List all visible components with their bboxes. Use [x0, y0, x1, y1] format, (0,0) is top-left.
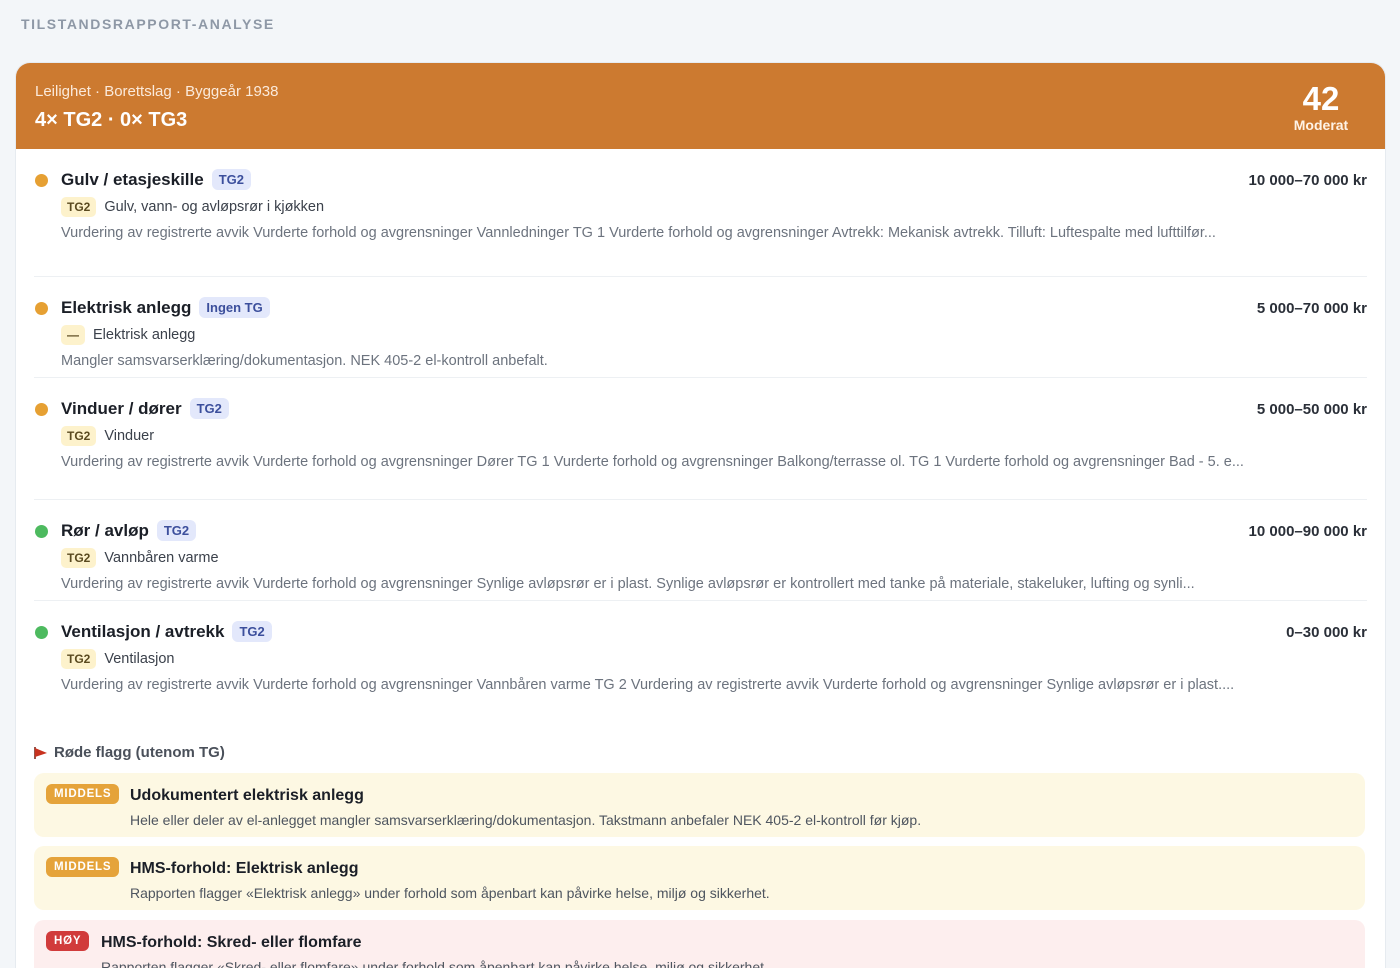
red-flag-icon: [34, 746, 47, 759]
sub-tg-badge: TG2: [61, 548, 97, 568]
condition-item-gulv[interactable]: Gulv / etasjeskille TG2 10 000–70 000 kr…: [34, 149, 1367, 277]
red-flags-title: Røde flagg (utenom TG): [54, 744, 225, 761]
item-name: Elektrisk anlegg: [61, 297, 192, 317]
tg-badge: TG2: [189, 398, 229, 419]
item-description: Vurdering av registrerte avvik Vurderte …: [61, 225, 1216, 241]
flag-item[interactable]: MIDDELS Udokumentert elektrisk anlegg He…: [34, 773, 1365, 837]
condition-item-ror[interactable]: Rør / avløp TG2 10 000–90 000 kr TG2 Van…: [34, 500, 1367, 601]
condition-item-vinduer[interactable]: Vinduer / dører TG2 5 000–50 000 kr TG2 …: [34, 378, 1367, 500]
status-dot-icon: [35, 174, 48, 187]
sub-text: Elektrisk anlegg: [93, 327, 196, 343]
flag-item[interactable]: HØY HMS-forhold: Skred- eller flomfare R…: [34, 920, 1365, 968]
item-description: Mangler samsvarserklæring/dokumentasjon.…: [61, 353, 548, 369]
item-name: Vinduer / dører: [61, 398, 182, 418]
summary-header: Leilighet · Borettslag · Byggeår 1938 4×…: [16, 63, 1385, 149]
page-label: TILSTANDSRAPPORT-ANALYSE: [21, 16, 275, 32]
status-dot-icon: [35, 403, 48, 416]
flag-description: Hele eller deler av el-anlegget mangler …: [130, 812, 922, 828]
sub-text: Vinduer: [104, 428, 155, 444]
severity-badge: MIDDELS: [46, 857, 120, 877]
item-name: Ventilasjon / avtrekk: [61, 621, 225, 641]
score-label: Moderat: [1293, 117, 1349, 133]
sub-tg-badge: —: [61, 325, 85, 345]
severity-badge: MIDDELS: [46, 784, 120, 804]
tg-summary: 4× TG2 · 0× TG3: [35, 109, 188, 131]
condition-item-ventilasjon[interactable]: Ventilasjon / avtrekk TG2 0–30 000 kr TG…: [34, 601, 1367, 725]
flag-description: Rapporten flagger «Skred- eller flomfare…: [101, 959, 768, 968]
item-description: Vurdering av registrerte avvik Vurderte …: [61, 576, 1195, 592]
flag-title: Udokumentert elektrisk anlegg: [130, 787, 364, 804]
cost-estimate: 5 000–70 000 kr: [1256, 300, 1367, 317]
severity-badge: HØY: [46, 931, 90, 951]
tg-badge: TG2: [156, 520, 197, 541]
report-card: Leilighet · Borettslag · Byggeår 1938 4×…: [16, 63, 1385, 968]
sub-tg-badge: TG2: [61, 649, 97, 669]
flag-title: HMS-forhold: Elektrisk anlegg: [130, 860, 359, 877]
score-value: 42: [1302, 80, 1340, 117]
condition-item-elektrisk[interactable]: Elektrisk anlegg Ingen TG 5 000–70 000 k…: [34, 277, 1367, 378]
sub-text: Gulv, vann- og avløpsrør i kjøkken: [104, 199, 325, 215]
property-meta: Leilighet · Borettslag · Byggeår 1938: [35, 83, 279, 100]
cost-estimate: 10 000–90 000 kr: [1248, 523, 1367, 540]
flag-title: HMS-forhold: Skred- eller flomfare: [101, 934, 362, 951]
tg-badge: TG2: [232, 621, 272, 642]
flag-item[interactable]: MIDDELS HMS-forhold: Elektrisk anlegg Ra…: [34, 846, 1365, 910]
item-description: Vurdering av registrerte avvik Vurderte …: [61, 677, 1235, 693]
flag-description: Rapporten flagger «Elektrisk anlegg» und…: [130, 885, 770, 901]
item-name: Rør / avløp: [61, 520, 149, 540]
item-description: Vurdering av registrerte avvik Vurderte …: [61, 454, 1244, 470]
red-flags-heading: Røde flagg (utenom TG): [34, 744, 225, 761]
cost-estimate: 10 000–70 000 kr: [1248, 172, 1367, 189]
tg-badge: Ingen TG: [199, 297, 270, 318]
status-dot-icon: [35, 302, 48, 315]
item-name: Gulv / etasjeskille: [61, 169, 204, 189]
condition-items: Gulv / etasjeskille TG2 10 000–70 000 kr…: [34, 149, 1367, 725]
cost-estimate: 0–30 000 kr: [1286, 624, 1367, 641]
cost-estimate: 5 000–50 000 kr: [1256, 401, 1367, 418]
risk-score: 42 Moderat: [1286, 80, 1356, 134]
sub-tg-badge: TG2: [61, 426, 97, 446]
sub-text: Ventilasjon: [104, 651, 175, 667]
sub-tg-badge: TG2: [61, 197, 97, 217]
tg-badge: TG2: [211, 169, 251, 190]
status-dot-icon: [35, 525, 48, 538]
sub-text: Vannbåren varme: [104, 550, 219, 566]
status-dot-icon: [35, 626, 48, 639]
